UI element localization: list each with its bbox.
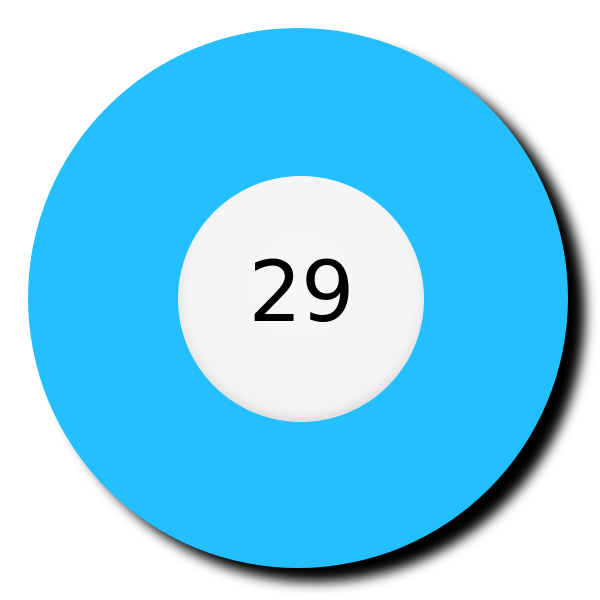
ball-center-disc: 29 (178, 176, 424, 422)
ball-stage: 29 (0, 0, 600, 600)
ball-number: 29 (248, 243, 355, 341)
